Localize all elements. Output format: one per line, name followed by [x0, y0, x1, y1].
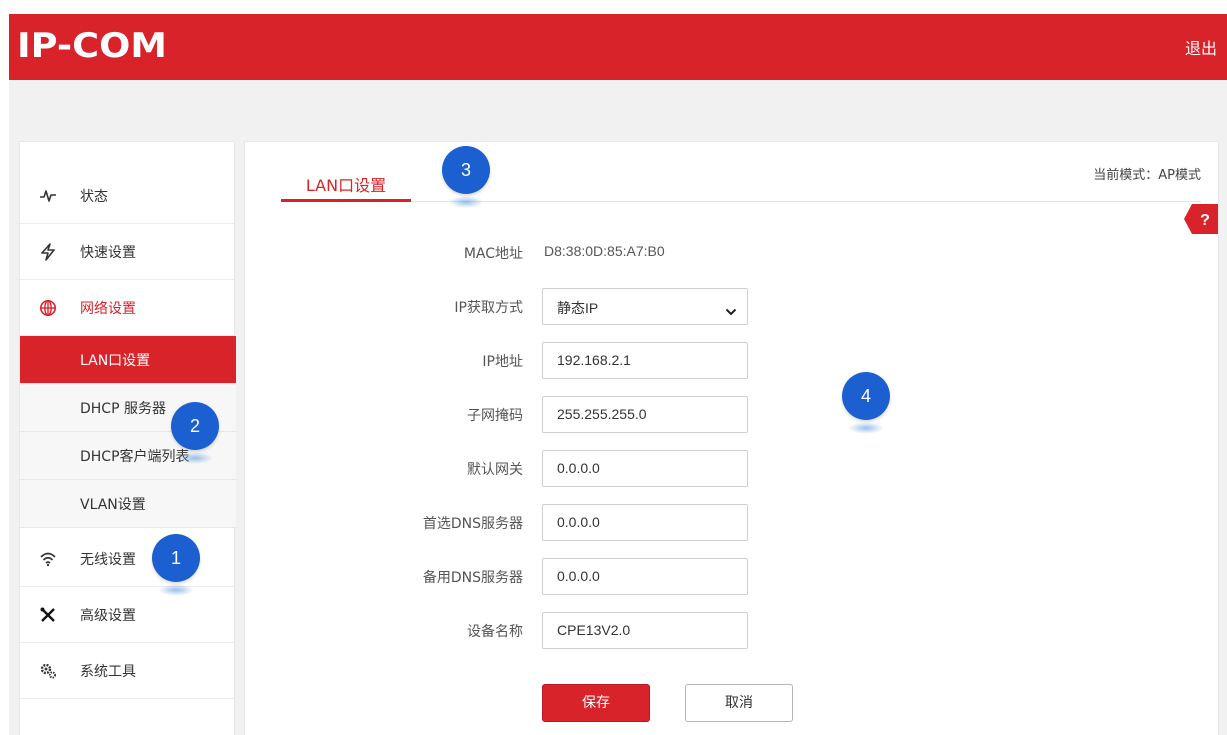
tools-icon — [38, 605, 58, 625]
sidebar-item-status[interactable]: 状态 — [20, 168, 234, 224]
callout-number: 3 — [442, 146, 490, 194]
ip-mode-select[interactable]: 静态IP — [542, 288, 748, 325]
wifi-icon — [38, 549, 58, 569]
ip-address-label: IP地址 — [482, 354, 523, 370]
sidebar-subitem-label: LAN口设置 — [80, 352, 151, 369]
secondary-dns-label: 备用DNS服务器 — [422, 570, 523, 586]
main-panel: LAN口设置 当前模式：AP模式 ? MAC地址 D8:38:0D:85:A7:… — [244, 141, 1219, 735]
subnet-mask-input[interactable]: 255.255.255.0 — [542, 396, 748, 433]
globe-icon — [38, 298, 58, 318]
mac-label: MAC地址 — [463, 246, 523, 262]
callout-number: 4 — [842, 372, 890, 420]
device-name-input[interactable]: CPE13V2.0 — [542, 612, 748, 649]
cancel-button[interactable]: 取消 — [685, 684, 793, 722]
sidebar-item-label: 无线设置 — [80, 551, 136, 568]
help-question-mark: ? — [1200, 212, 1210, 229]
gateway-label: 默认网关 — [467, 462, 523, 478]
activity-icon — [38, 186, 58, 206]
mac-value: D8:38:0D:85:A7:B0 — [544, 243, 665, 259]
gateway-input[interactable]: 0.0.0.0 — [542, 450, 748, 487]
secondary-dns-input[interactable]: 0.0.0.0 — [542, 558, 748, 595]
tab-divider — [281, 201, 1201, 202]
sidebar-subitem-label: DHCP 服务器 — [80, 400, 166, 417]
chevron-down-icon — [725, 303, 737, 319]
callout-number: 1 — [152, 534, 200, 582]
sidebar-subitem-lan[interactable]: LAN口设置 — [20, 336, 236, 384]
primary-dns-label: 首选DNS服务器 — [422, 516, 523, 532]
ip-com-logo: IP-COM — [17, 26, 167, 66]
logout-link[interactable]: 退出 — [1185, 35, 1217, 59]
sidebar-item-system-tools[interactable]: 系统工具 — [20, 643, 234, 699]
sidebar-item-label: 快速设置 — [80, 244, 136, 261]
ip-address-input[interactable]: 192.168.2.1 — [542, 342, 748, 379]
callout-2: 2 — [171, 402, 219, 464]
current-mode-text: 当前模式：AP模式 — [1093, 168, 1201, 183]
top-header-bar: IP-COM 退出 — [9, 14, 1227, 80]
lightning-icon — [38, 242, 58, 262]
ip-mode-label: IP获取方式 — [454, 300, 523, 316]
sidebar-item-label: 系统工具 — [80, 663, 136, 680]
tab-lan-settings[interactable]: LAN口设置 — [281, 168, 411, 202]
ip-mode-selected-value: 静态IP — [557, 300, 599, 316]
sidebar-item-label: 状态 — [80, 188, 108, 205]
help-button[interactable]: ? — [1184, 204, 1218, 234]
sidebar-item-network[interactable]: 网络设置 — [20, 280, 234, 336]
save-button[interactable]: 保存 — [542, 684, 650, 722]
subnet-mask-label: 子网掩码 — [467, 408, 523, 424]
callout-3: 3 — [442, 146, 490, 208]
callout-1: 1 — [152, 534, 200, 596]
callout-number: 2 — [171, 402, 219, 450]
sidebar-item-advanced[interactable]: 高级设置 — [20, 587, 234, 643]
sidebar-item-quick-setup[interactable]: 快速设置 — [20, 224, 234, 280]
sidebar-item-wireless[interactable]: 无线设置 — [20, 531, 234, 587]
primary-dns-input[interactable]: 0.0.0.0 — [542, 504, 748, 541]
callout-4: 4 — [842, 372, 890, 434]
sidebar-item-label: 高级设置 — [80, 607, 136, 624]
device-name-label: 设备名称 — [467, 624, 523, 640]
sidebar-subitem-vlan[interactable]: VLAN设置 — [20, 480, 236, 528]
sidebar-item-label: 网络设置 — [80, 300, 136, 317]
sidebar-subitem-label: VLAN设置 — [80, 496, 146, 513]
gears-icon — [38, 661, 58, 681]
